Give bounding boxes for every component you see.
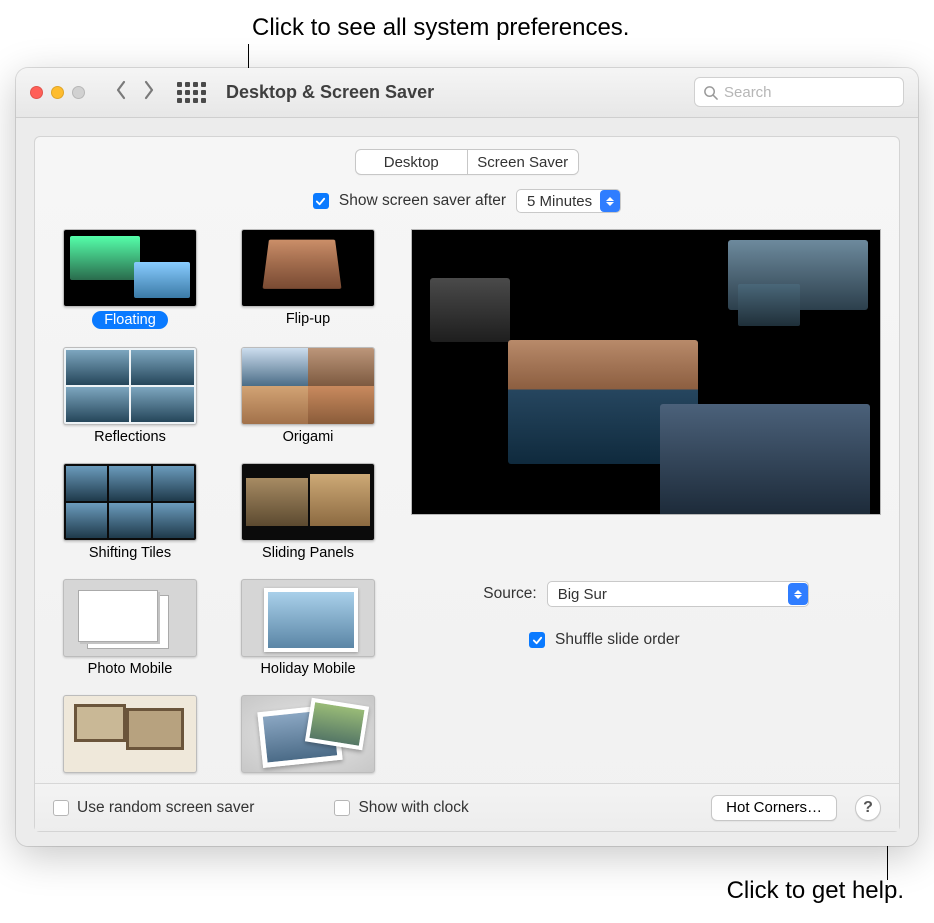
callout-top: Click to see all system preferences.	[252, 14, 629, 42]
zoom-window-button-disabled	[72, 86, 85, 99]
window-title: Desktop & Screen Saver	[226, 82, 434, 103]
saver-floating[interactable]: Floating	[53, 229, 207, 329]
thumbnail	[63, 229, 197, 307]
saver-origami[interactable]: Origami	[231, 347, 385, 445]
thumbnail	[63, 695, 197, 773]
thumbnail	[241, 347, 375, 425]
thumbnail	[63, 347, 197, 425]
show-after-value: 5 Minutes	[527, 193, 592, 210]
back-button[interactable]	[113, 80, 129, 105]
search-field[interactable]	[694, 77, 904, 107]
check-icon	[532, 635, 543, 646]
tab-screen-saver[interactable]: Screen Saver	[468, 150, 579, 174]
tab-desktop[interactable]: Desktop	[356, 150, 468, 174]
tab-segmented-control: Desktop Screen Saver	[355, 149, 579, 175]
saver-holiday-mobile[interactable]: Holiday Mobile	[231, 579, 385, 677]
saver-label: Photo Mobile	[88, 661, 173, 677]
content-area: Desktop Screen Saver Show screen saver a…	[16, 118, 918, 846]
show-after-checkbox[interactable]	[313, 193, 329, 209]
hot-corners-button[interactable]: Hot Corners…	[711, 795, 837, 821]
question-icon: ?	[863, 799, 873, 817]
preview-column: Source: Big Sur Shuffle slide order	[411, 229, 881, 777]
shuffle-row: Shuffle slide order	[529, 631, 881, 649]
chevron-left-icon	[113, 80, 129, 100]
help-button[interactable]: ?	[855, 795, 881, 821]
shuffle-checkbox[interactable]	[529, 632, 545, 648]
saver-label: Floating	[92, 311, 168, 329]
thumbnail	[241, 229, 375, 307]
saver-reflections[interactable]: Reflections	[53, 347, 207, 445]
saver-photo-wall[interactable]: Photo Wall	[53, 695, 207, 777]
thumbnail	[63, 463, 197, 541]
search-icon	[703, 85, 718, 100]
show-after-label: Show screen saver after	[339, 192, 506, 210]
stepper-arrows-icon	[600, 190, 620, 212]
saver-label: Sliding Panels	[262, 545, 354, 561]
clock-label: Show with clock	[358, 799, 468, 817]
random-checkbox[interactable]	[53, 800, 69, 816]
inner-panel: Desktop Screen Saver Show screen saver a…	[34, 136, 900, 832]
source-value: Big Sur	[558, 586, 607, 603]
saver-vintage-prints[interactable]: Vintage Prints	[231, 695, 385, 777]
titlebar: Desktop & Screen Saver	[16, 68, 918, 118]
random-label: Use random screen saver	[77, 799, 254, 817]
show-after-row: Show screen saver after 5 Minutes	[35, 189, 899, 213]
saver-label: Shifting Tiles	[89, 545, 171, 561]
saver-label: Flip-up	[286, 311, 330, 327]
saver-shifting-tiles[interactable]: Shifting Tiles	[53, 463, 207, 561]
callout-bottom: Click to get help.	[727, 877, 904, 905]
source-row: Source: Big Sur	[411, 581, 881, 607]
minimize-window-button[interactable]	[51, 86, 64, 99]
thumbnail	[63, 579, 197, 657]
saver-photo-mobile[interactable]: Photo Mobile	[53, 579, 207, 677]
traffic-lights	[30, 86, 85, 99]
shuffle-label: Shuffle slide order	[555, 631, 680, 649]
saver-flip-up[interactable]: Flip-up	[231, 229, 385, 329]
source-popup[interactable]: Big Sur	[547, 581, 809, 607]
thumbnail	[241, 463, 375, 541]
clock-checkbox[interactable]	[334, 800, 350, 816]
check-icon	[315, 196, 326, 207]
saver-label: Origami	[283, 429, 334, 445]
thumbnail	[241, 579, 375, 657]
forward-button[interactable]	[141, 80, 157, 105]
saver-label: Reflections	[94, 429, 166, 445]
preferences-window: Desktop & Screen Saver Desktop Screen Sa…	[16, 68, 918, 846]
show-all-button[interactable]	[177, 82, 206, 103]
screen-saver-list[interactable]: Floating Flip-up Reflections Origam	[53, 229, 393, 777]
thumbnail	[241, 695, 375, 773]
saver-sliding-panels[interactable]: Sliding Panels	[231, 463, 385, 561]
body-row: Floating Flip-up Reflections Origam	[35, 229, 899, 777]
footer-bar: Use random screen saver Show with clock …	[35, 783, 899, 831]
stepper-arrows-icon	[788, 583, 808, 605]
saver-label: Holiday Mobile	[260, 661, 355, 677]
show-after-popup[interactable]: 5 Minutes	[516, 189, 621, 213]
screen-saver-preview[interactable]	[411, 229, 881, 515]
source-label: Source:	[483, 585, 536, 603]
chevron-right-icon	[141, 80, 157, 100]
search-input[interactable]	[724, 84, 895, 101]
close-window-button[interactable]	[30, 86, 43, 99]
